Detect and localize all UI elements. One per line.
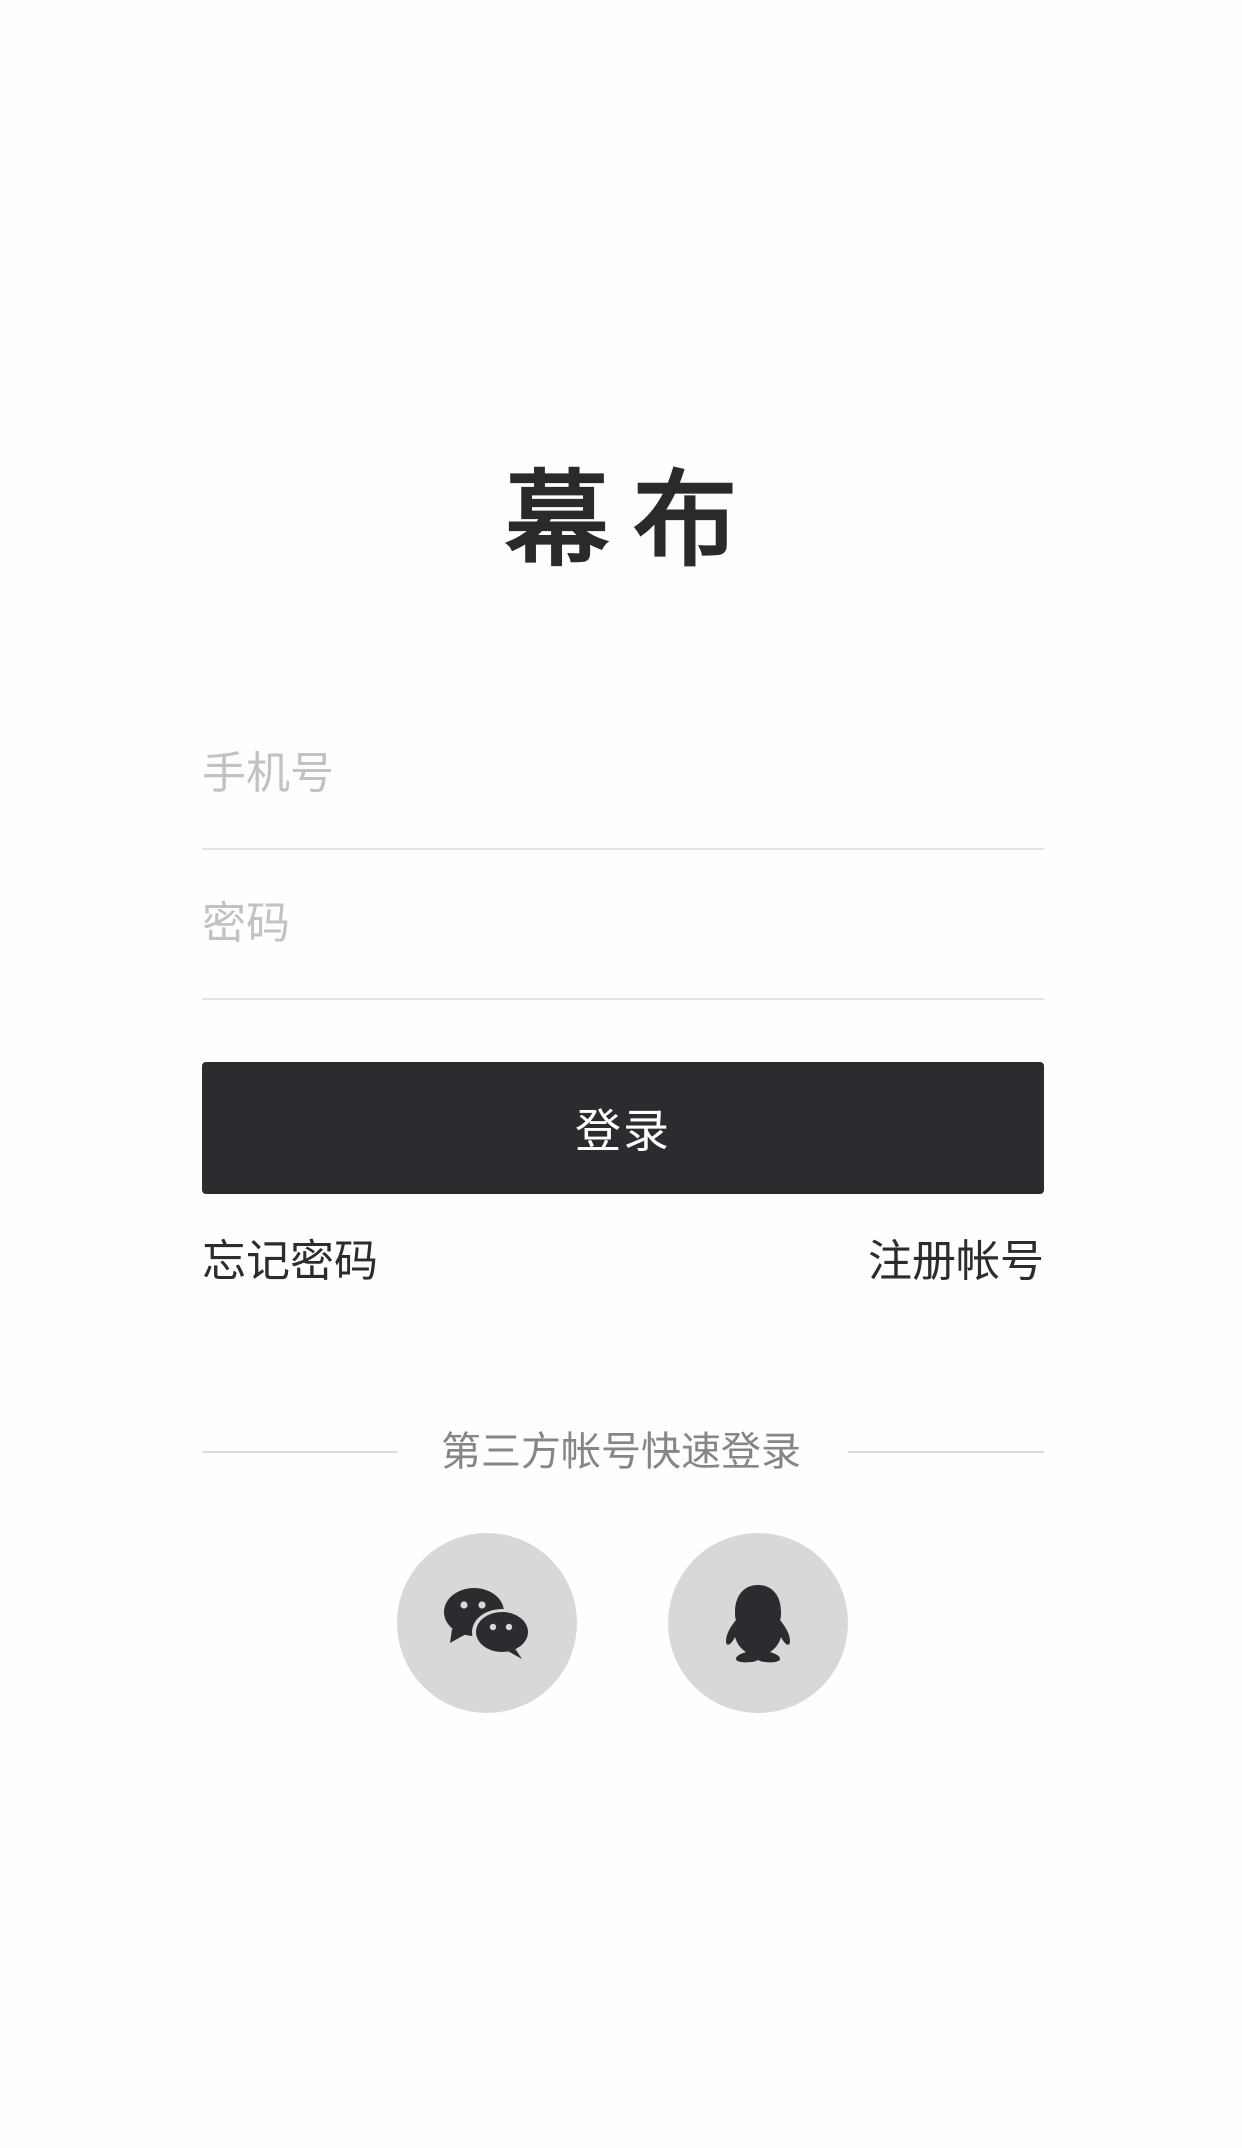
wechat-login-button[interactable] (397, 1533, 577, 1713)
register-account-link[interactable]: 注册帐号 (868, 1232, 1044, 1292)
qq-login-button[interactable] (668, 1533, 848, 1713)
divider-line-left (202, 1451, 398, 1453)
password-field-container (202, 848, 1044, 1000)
wechat-icon (444, 1588, 532, 1659)
third-party-login-label: 第三方帐号快速登录 (441, 1429, 801, 1475)
app-logo: 幕布 (504, 458, 761, 581)
login-button[interactable]: 登录 (202, 1062, 1044, 1194)
phone-field-container (202, 698, 1044, 850)
divider-line-right (848, 1451, 1044, 1453)
phone-input[interactable] (202, 698, 1044, 848)
qq-icon (726, 1585, 790, 1663)
forgot-password-link[interactable]: 忘记密码 (202, 1232, 378, 1292)
password-input[interactable] (202, 848, 1044, 998)
